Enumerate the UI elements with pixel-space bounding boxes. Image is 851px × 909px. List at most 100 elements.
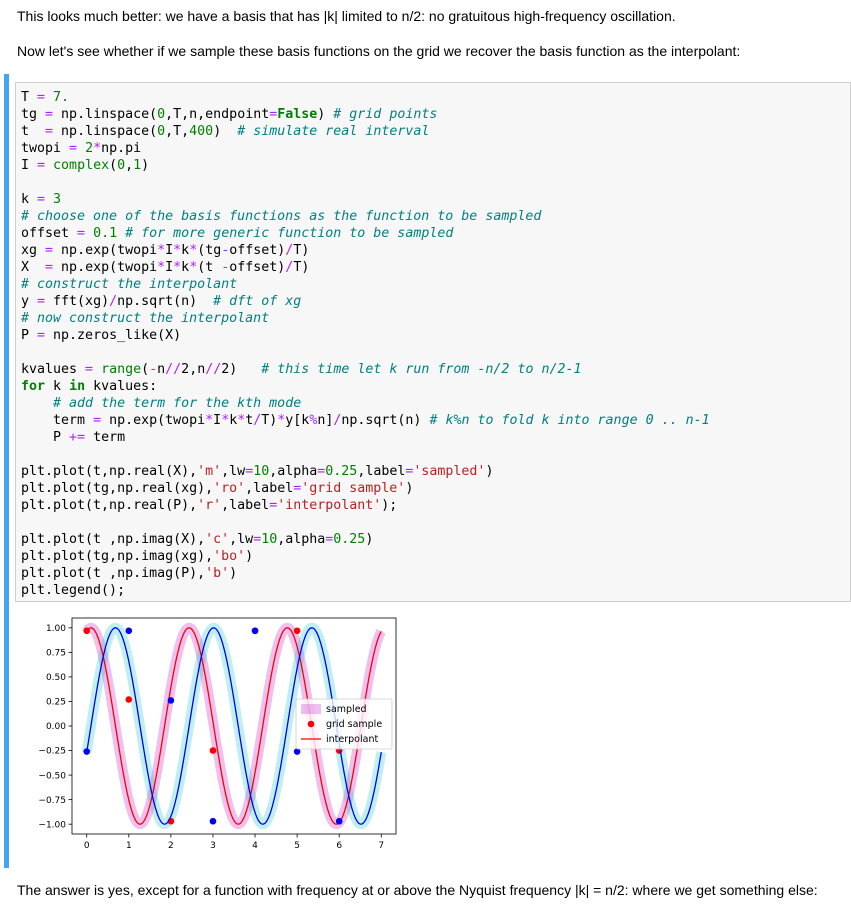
code-token: ) bbox=[405, 481, 414, 496]
code-token: I bbox=[165, 243, 174, 258]
code-token: = bbox=[37, 90, 46, 105]
legend-label: interpolant bbox=[326, 734, 378, 745]
code-token: 0.25 bbox=[325, 464, 358, 479]
plot-canvas: 0 1 2 3 4 5 6 7 1.00 0.75 0.50 0.25 0.00 −0.25 −0.50 −0… bbox=[38, 617, 397, 851]
markdown-paragraph-question: Now let's see whether if we sample these… bbox=[17, 43, 741, 59]
code-token: 1 bbox=[133, 158, 142, 173]
code-text[interactable]: T = 7. tg = np.linspace(0,T,n,endpoint=Fa… bbox=[21, 89, 710, 599]
code-token: P bbox=[21, 430, 70, 445]
code-token: * bbox=[157, 260, 166, 275]
code-line: tg = np.linspace(0,T,n,endpoint=False) #… bbox=[21, 106, 710, 123]
code-token: I bbox=[213, 413, 222, 428]
code-token: plt.legend(); bbox=[21, 583, 126, 598]
x-tick-label: 6 bbox=[336, 841, 342, 851]
code-token: complex bbox=[53, 158, 110, 173]
code-token: n bbox=[157, 362, 166, 377]
code-token: np.zeros_like(X) bbox=[45, 328, 182, 343]
code-token: 'r' bbox=[197, 498, 222, 513]
code-token: ) bbox=[141, 158, 150, 173]
code-token: 3 bbox=[53, 192, 62, 207]
grid-sample-real-point bbox=[209, 747, 217, 754]
code-token: 2 bbox=[181, 362, 190, 377]
code-token: np.exp(twopi bbox=[53, 243, 158, 258]
code-token: I bbox=[21, 158, 38, 173]
code-token: ,alpha bbox=[277, 532, 326, 547]
code-token: # grid points bbox=[333, 107, 438, 122]
code-line: for k in kvalues: bbox=[21, 378, 710, 395]
code-line: plt.plot(t ,np.imag(X),'c',lw=10,alpha=0… bbox=[21, 531, 710, 548]
code-token: 7. bbox=[53, 90, 70, 105]
code-token: k bbox=[45, 379, 70, 394]
code-token: term bbox=[85, 430, 126, 445]
code-token: = bbox=[245, 464, 254, 479]
code-token: 0 bbox=[157, 124, 166, 139]
markdown-paragraph-intro: This looks much better: we have a basis … bbox=[17, 8, 676, 24]
code-token: 'b' bbox=[205, 566, 230, 581]
code-token: 0.1 bbox=[93, 226, 118, 241]
code-token: * bbox=[221, 413, 230, 428]
code-editor[interactable]: T = 7. tg = np.linspace(0,T,n,endpoint=Fa… bbox=[15, 82, 851, 602]
code-token: 'ro' bbox=[213, 481, 246, 496]
code-token: = bbox=[37, 192, 46, 207]
y-tick-label: −0.75 bbox=[38, 796, 66, 806]
code-line: term = np.exp(twopi*I*k*t/T)*y[k%n]/np.s… bbox=[21, 412, 710, 429]
grid-sample-real-point bbox=[293, 627, 301, 635]
code-token: = bbox=[93, 413, 102, 428]
code-line: X = np.exp(twopi*I*k*(t -offset)/T) bbox=[21, 259, 710, 276]
code-token: # add the term for the kth mode bbox=[53, 396, 302, 411]
code-token: n] bbox=[317, 413, 334, 428]
code-line: # construct the interpolant bbox=[21, 276, 710, 293]
code-token: for bbox=[21, 379, 46, 394]
code-token: twopi bbox=[21, 141, 70, 156]
code-token: ) bbox=[229, 566, 238, 581]
code-line: y = fft(xg)/np.sqrt(n) # dft of xg bbox=[21, 293, 710, 310]
code-token: in bbox=[69, 379, 86, 394]
code-token: 2 bbox=[85, 141, 94, 156]
notebook-code-cell[interactable]: T = 7. tg = np.linspace(0,T,n,endpoint=Fa… bbox=[4, 74, 851, 868]
code-token: plt.plot(tg,np.real(xg), bbox=[21, 481, 214, 496]
grid-sample-real-point bbox=[125, 696, 133, 703]
code-token: ) bbox=[245, 549, 254, 564]
code-token: ) bbox=[229, 362, 262, 377]
code-token: k bbox=[181, 260, 190, 275]
x-tick-label: 0 bbox=[84, 841, 90, 851]
x-tick-label: 3 bbox=[210, 841, 216, 851]
grid-sample-imag-point bbox=[167, 697, 175, 704]
y-tick-label: −0.25 bbox=[38, 747, 66, 757]
code-token: plt.plot(t ,np.imag(P), bbox=[21, 566, 206, 581]
code-token: ,T, bbox=[165, 124, 190, 139]
code-token: y bbox=[21, 294, 38, 309]
code-token: T) bbox=[261, 413, 278, 428]
legend-label: grid sample bbox=[326, 719, 382, 730]
code-line: T = 7. bbox=[21, 89, 710, 106]
code-token: plt.plot(t,np.real(P), bbox=[21, 498, 198, 513]
code-line: # choose one of the basis functions as t… bbox=[21, 208, 710, 225]
code-line: kvalues = range(-n//2,n//2) # this time … bbox=[21, 361, 710, 378]
code-line: plt.plot(tg,np.imag(xg),'bo') bbox=[21, 548, 710, 565]
code-token: (tg bbox=[197, 243, 222, 258]
code-token: // bbox=[205, 362, 222, 377]
markdown-paragraph-answer: The answer is yes, except for a function… bbox=[17, 882, 818, 898]
y-tick-label: 0.25 bbox=[46, 698, 66, 708]
code-token: k bbox=[21, 192, 38, 207]
code-token: ,lw bbox=[229, 532, 254, 547]
code-line: plt.plot(t ,np.imag(P),'b') bbox=[21, 565, 710, 582]
code-token: 0 bbox=[157, 107, 166, 122]
code-token: T bbox=[21, 90, 38, 105]
code-token: ,n bbox=[189, 362, 206, 377]
code-token: * bbox=[189, 260, 198, 275]
code-token: kvalues bbox=[21, 362, 86, 377]
x-tick-label: 7 bbox=[378, 841, 384, 851]
code-token: ,label bbox=[245, 481, 294, 496]
code-line: plt.legend(); bbox=[21, 582, 710, 599]
code-token: 'sampled' bbox=[413, 464, 486, 479]
code-token: ) bbox=[317, 107, 334, 122]
code-token: * bbox=[173, 243, 182, 258]
x-tick-label: 4 bbox=[252, 841, 258, 851]
